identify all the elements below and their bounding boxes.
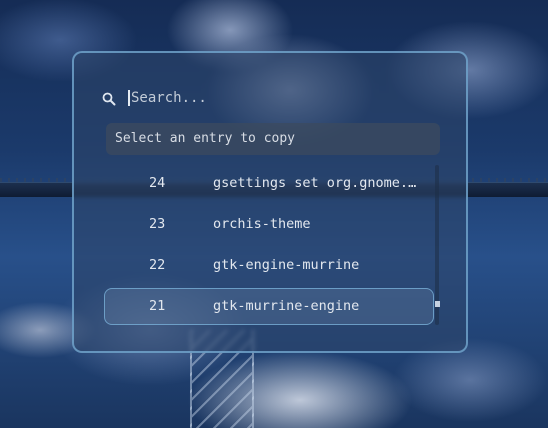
clipboard-launcher-panel: Select an entry to copy 24 gsettings set… [72,51,468,353]
entry-index: 24 [149,175,166,191]
search-icon [102,91,116,106]
entry-index: 21 [149,298,166,314]
entry-index: 23 [149,216,166,232]
entry-text: gtk-murrine-engine [213,298,360,314]
search-bar[interactable] [102,87,402,109]
entry-text: gtk-engine-murrine [213,257,360,273]
search-input[interactable] [128,90,391,106]
list-item[interactable]: 24 gsettings set org.gnome.… [104,165,434,202]
entry-index: 22 [149,257,166,273]
list-item-selected[interactable]: 21 gtk-murrine-engine [104,288,434,325]
list-item[interactable]: 22 gtk-engine-murrine [104,247,434,284]
clipboard-entry-list: 24 gsettings set org.gnome.… 23 orchis-t… [104,165,434,329]
entry-text: orchis-theme [213,216,311,232]
list-item[interactable]: 23 orchis-theme [104,206,434,243]
scrollbar-thumb[interactable] [435,301,440,307]
prompt-label: Select an entry to copy [106,123,440,155]
entry-text: gsettings set org.gnome.… [213,175,417,191]
